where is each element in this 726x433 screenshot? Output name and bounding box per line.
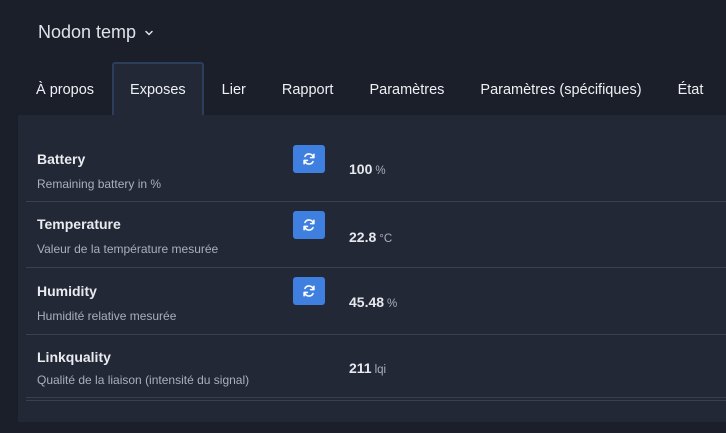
tab-exposes[interactable]: Exposes — [112, 62, 204, 116]
device-title: Nodon temp — [38, 22, 137, 42]
expose-description: Valeur de la température mesurée — [37, 242, 219, 256]
expose-name: Humidity — [37, 283, 97, 299]
tab-label: Paramètres (spécifiques) — [480, 82, 642, 98]
value-unit: % — [387, 298, 398, 310]
value-unit: °C — [379, 233, 393, 245]
value-number: 211 — [349, 360, 372, 376]
refresh-button[interactable] — [293, 211, 325, 239]
tab-state[interactable]: État — [660, 62, 722, 116]
expose-description: Remaining battery in % — [37, 177, 162, 191]
refresh-button[interactable] — [293, 145, 325, 173]
expose-row-linkquality: Linkquality Qualité de la liaison (inten… — [26, 335, 726, 398]
tab-label: À propos — [36, 82, 95, 98]
value-unit: % — [375, 165, 386, 177]
exposes-panel: Battery Remaining battery in % 100% Temp… — [18, 115, 726, 422]
expose-name: Temperature — [37, 216, 121, 232]
tab-about[interactable]: À propos — [18, 62, 112, 116]
tab-reporting[interactable]: Rapport — [264, 62, 352, 116]
divider — [26, 400, 726, 401]
value-number: 45.48 — [349, 294, 385, 310]
expose-row-humidity: Humidity Humidité relative mesurée 45.48… — [26, 268, 726, 335]
refresh-icon — [303, 285, 315, 297]
tab-label: Paramètres — [369, 82, 445, 98]
value-number: 100 — [349, 161, 373, 177]
refresh-icon — [303, 219, 315, 231]
expose-name: Linkquality — [37, 349, 111, 365]
tab-label: État — [677, 82, 704, 98]
expose-row-temperature: Temperature Valeur de la température mes… — [26, 202, 726, 268]
expose-row-battery: Battery Remaining battery in % 100% — [26, 135, 726, 202]
expose-value: 100% — [349, 161, 386, 179]
device-selector[interactable]: Nodon temp — [38, 22, 154, 43]
chevron-down-icon — [144, 28, 154, 38]
value-unit: lqi — [374, 364, 387, 376]
tab-label: Rapport — [281, 82, 334, 98]
tab-settings[interactable]: Paramètres — [351, 62, 462, 116]
tab-bar: À propos Exposes Lier Rapport Paramètres… — [18, 62, 726, 116]
tab-bind[interactable]: Lier — [204, 62, 264, 116]
value-number: 22.8 — [349, 229, 377, 245]
expose-description: Qualité de la liaison (intensité du sign… — [37, 373, 250, 387]
expose-value: 22.8 °C — [349, 229, 392, 247]
expose-name: Battery — [37, 151, 86, 167]
tab-settings-specific[interactable]: Paramètres (spécifiques) — [462, 62, 659, 116]
expose-description: Humidité relative mesurée — [37, 309, 177, 323]
expose-value: 211 lqi — [349, 360, 386, 378]
tab-label: Lier — [221, 82, 246, 98]
tab-label: Exposes — [130, 82, 186, 98]
refresh-icon — [303, 153, 315, 165]
refresh-button[interactable] — [293, 277, 325, 305]
expose-value: 45.48% — [349, 294, 397, 312]
